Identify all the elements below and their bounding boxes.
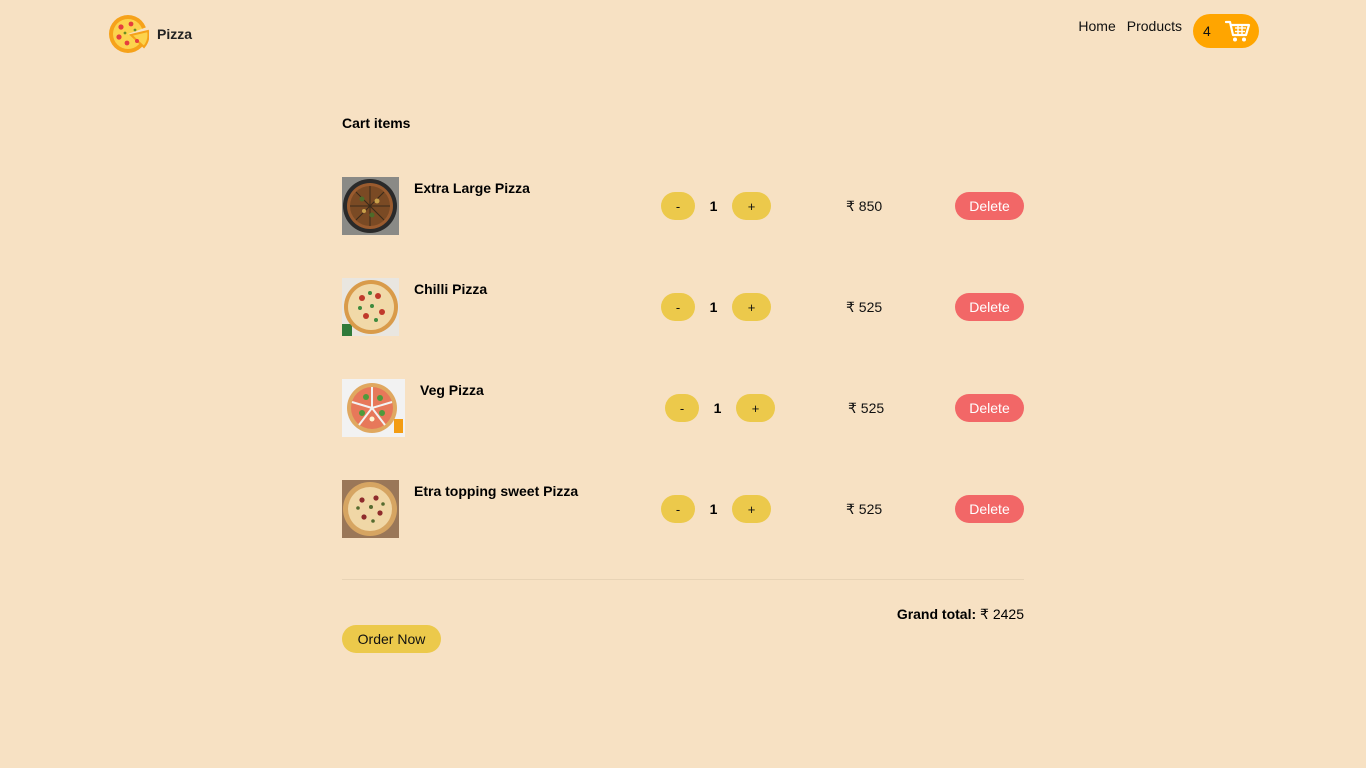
pizza-logo-icon bbox=[109, 15, 149, 53]
decrease-quantity-button[interactable]: - bbox=[661, 293, 695, 321]
grand-total: Grand total: ₹ 2425 bbox=[897, 606, 1024, 623]
decrease-quantity-button[interactable]: - bbox=[665, 394, 699, 422]
item-price: ₹ 850 bbox=[846, 198, 883, 214]
brand-logo[interactable]: Pizza bbox=[107, 13, 192, 55]
quantity-stepper: - 1 + bbox=[665, 394, 775, 422]
delete-item-button[interactable]: Delete bbox=[955, 495, 1024, 523]
cart-list: Extra Large Pizza - 1 + ₹ 850 Delete Chi… bbox=[342, 177, 1024, 581]
cart-item: Chilli Pizza - 1 + ₹ 525 Delete bbox=[342, 278, 1024, 379]
nav-products-link[interactable]: Products bbox=[1127, 18, 1182, 34]
cart-count-badge: 4 bbox=[1203, 23, 1211, 39]
cart-item: Etra topping sweet Pizza - 1 + ₹ 525 Del… bbox=[342, 480, 1024, 581]
cart-divider bbox=[342, 579, 1024, 580]
delete-item-button[interactable]: Delete bbox=[955, 192, 1024, 220]
quantity-value: 1 bbox=[713, 400, 722, 416]
item-price: ₹ 525 bbox=[846, 299, 883, 315]
increase-quantity-button[interactable]: + bbox=[732, 192, 771, 220]
quantity-stepper: - 1 + bbox=[661, 192, 771, 220]
quantity-value: 1 bbox=[709, 198, 718, 214]
delete-item-button[interactable]: Delete bbox=[955, 394, 1024, 422]
decrease-quantity-button[interactable]: - bbox=[661, 495, 695, 523]
nav-home-link[interactable]: Home bbox=[1078, 18, 1115, 34]
increase-quantity-button[interactable]: + bbox=[732, 495, 771, 523]
item-price: ₹ 525 bbox=[848, 400, 885, 416]
shopping-cart-icon bbox=[1225, 20, 1251, 42]
pizza-image bbox=[342, 278, 399, 336]
main-nav: Home Products 4 bbox=[1078, 14, 1259, 48]
quantity-value: 1 bbox=[709, 501, 718, 517]
grand-total-label: Grand total: bbox=[896, 606, 977, 622]
increase-quantity-button[interactable]: + bbox=[736, 394, 775, 422]
cart-title: Cart items bbox=[342, 115, 411, 131]
cart-button[interactable]: 4 bbox=[1193, 14, 1259, 48]
pizza-name: Veg Pizza bbox=[420, 382, 484, 398]
pizza-name: Extra Large Pizza bbox=[414, 180, 530, 196]
quantity-stepper: - 1 + bbox=[661, 495, 771, 523]
increase-quantity-button[interactable]: + bbox=[732, 293, 771, 321]
order-now-button[interactable]: Order Now bbox=[342, 625, 441, 653]
pizza-name: Chilli Pizza bbox=[414, 281, 488, 297]
decrease-quantity-button[interactable]: - bbox=[661, 192, 695, 220]
pizza-image bbox=[342, 480, 399, 538]
quantity-stepper: - 1 + bbox=[661, 293, 771, 321]
quantity-value: 1 bbox=[709, 299, 718, 315]
pizza-name: Etra topping sweet Pizza bbox=[414, 483, 579, 499]
cart-item: Veg Pizza - 1 + ₹ 525 Delete bbox=[342, 379, 1024, 480]
item-price: ₹ 525 bbox=[846, 501, 883, 517]
pizza-image bbox=[342, 379, 405, 437]
cart-item: Extra Large Pizza - 1 + ₹ 850 Delete bbox=[342, 177, 1024, 278]
cart-page: Pizza Home Products 4 Cart items Extra L… bbox=[0, 0, 1366, 768]
brand-name: Pizza bbox=[157, 26, 193, 42]
top-header: Pizza Home Products 4 bbox=[0, 0, 1366, 70]
pizza-image bbox=[342, 177, 399, 235]
grand-total-value: ₹ 2425 bbox=[980, 606, 1024, 622]
delete-item-button[interactable]: Delete bbox=[955, 293, 1024, 321]
